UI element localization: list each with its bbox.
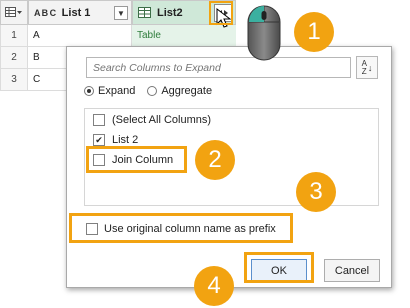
checkbox[interactable]: [93, 114, 105, 126]
highlight-join-column: [86, 146, 187, 173]
callout-4: 4: [194, 266, 234, 306]
row-number: 2: [0, 47, 28, 69]
mouse-icon: [247, 5, 281, 61]
column-header-label: List 1: [61, 6, 91, 19]
check-icon: ✔: [95, 134, 103, 145]
list-item-label: List 2: [112, 134, 139, 146]
cell-list2[interactable]: Table: [132, 25, 236, 47]
aggregate-radio[interactable]: Aggregate: [147, 85, 212, 97]
radio-selected-icon: [84, 86, 94, 96]
column-filter-button[interactable]: ▼: [114, 6, 128, 20]
list-item-list-2[interactable]: ✔ List 2: [93, 134, 138, 146]
sort-button[interactable]: A Z ↓: [356, 56, 378, 79]
expand-radio-label: Expand: [98, 85, 136, 97]
checkbox[interactable]: ✔: [93, 134, 105, 146]
column-header-list-1[interactable]: A B C List 1 ▼: [28, 0, 132, 25]
table-row: 1 A Table: [0, 25, 236, 47]
search-columns-box[interactable]: [86, 57, 351, 78]
radio-unselected-icon: [147, 86, 158, 96]
sort-glyph-bottom: Z: [361, 66, 367, 76]
callout-3: 3: [296, 172, 336, 212]
highlight-ok-button: [244, 252, 314, 283]
list-item-label: (Select All Columns): [112, 114, 212, 126]
table-menu-icon: [5, 6, 22, 17]
callout-2: 2: [195, 140, 235, 180]
cell-list-1[interactable]: A: [28, 25, 132, 47]
cancel-button[interactable]: Cancel: [324, 259, 380, 282]
text-type-icon: A B C: [34, 7, 56, 18]
row-number: 1: [0, 25, 28, 47]
highlight-expand-button: [209, 1, 233, 25]
dropdown-icon: ▼: [117, 8, 125, 18]
expand-radio[interactable]: Expand: [84, 85, 135, 97]
mode-radio-group: Expand Aggregate: [84, 85, 212, 97]
row-number: 3: [0, 69, 28, 91]
search-columns-input[interactable]: [93, 61, 350, 74]
callout-1: 1: [294, 12, 334, 52]
sort-az-icon: A Z ↓: [361, 58, 373, 76]
table-type-icon: [138, 7, 151, 18]
highlight-prefix-option: [69, 213, 293, 243]
aggregate-radio-label: Aggregate: [161, 85, 213, 97]
table-menu-button[interactable]: [0, 0, 28, 25]
list-item-select-all[interactable]: (Select All Columns): [93, 114, 211, 126]
column-header-label: List2: [157, 6, 183, 19]
